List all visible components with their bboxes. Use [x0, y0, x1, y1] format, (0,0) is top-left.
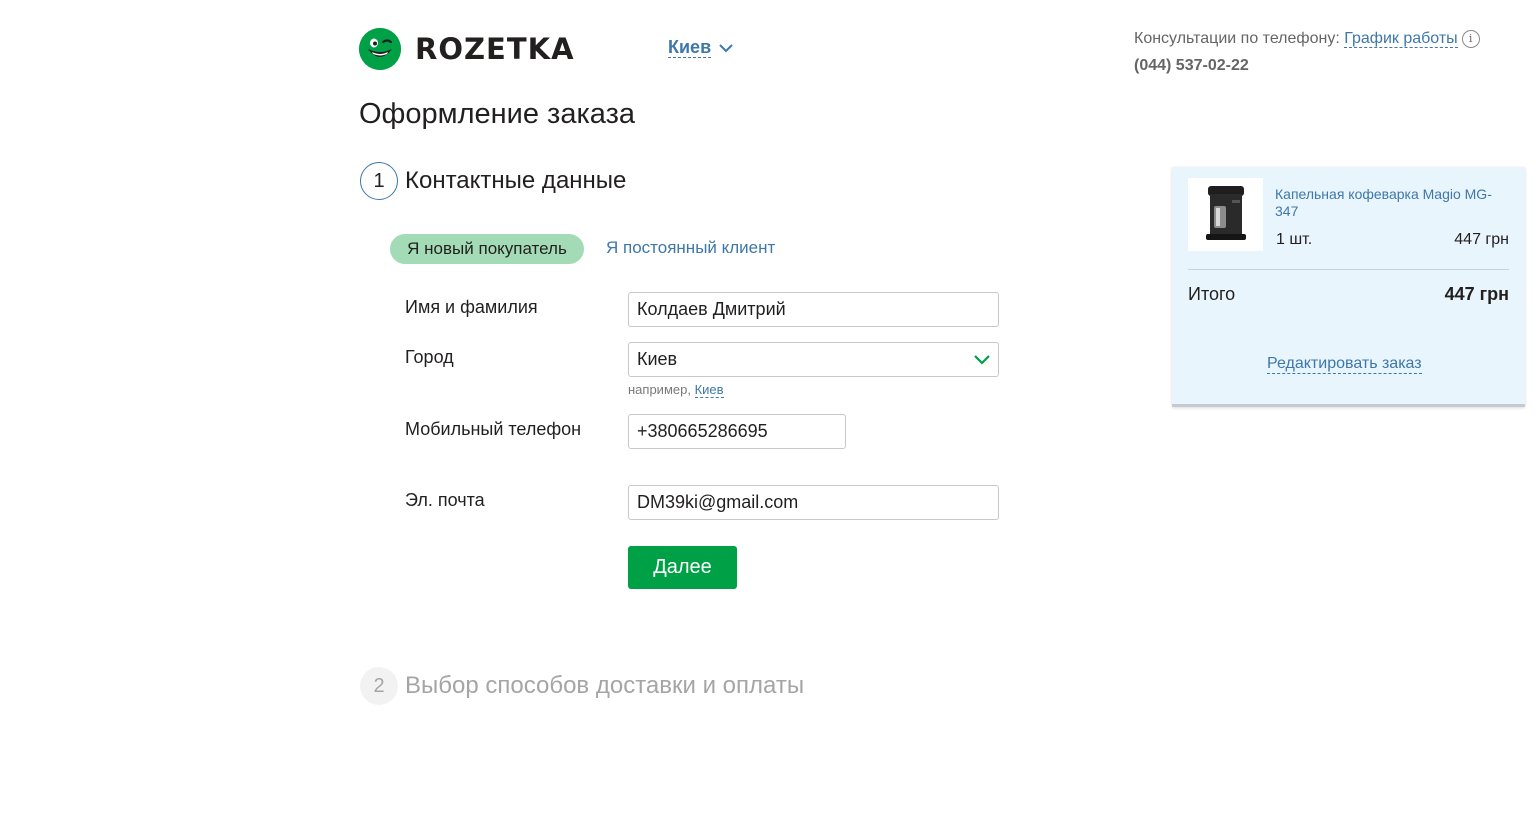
step-title-delivery[interactable]: Выбор способов доставки и оплаты [405, 672, 804, 700]
cart-item-price: 447 грн [1454, 231, 1509, 248]
email-field[interactable] [628, 485, 999, 520]
phone-field[interactable] [628, 414, 846, 449]
city-label: Город [405, 347, 454, 367]
total-value: 447 грн [1444, 284, 1509, 304]
step-title-contact: Контактные данные [405, 167, 627, 194]
order-summary-panel: Капельная кофеварка Magio MG-347 1 шт. 4… [1172, 167, 1525, 407]
cart-item-quantity: 1 шт. [1276, 231, 1313, 248]
name-field[interactable] [628, 292, 999, 327]
email-label: Эл. почта [405, 490, 485, 510]
consultation-label: Консультации по телефону: [1134, 30, 1340, 47]
chevron-down-icon [719, 43, 733, 52]
phone-label: Мобильный телефон [405, 419, 582, 439]
logo-text: ROZETKA [415, 32, 575, 66]
consultation-line: Консультации по телефону: График работы i [1134, 30, 1480, 48]
next-button[interactable]: Далее [628, 546, 737, 589]
total-label: Итого [1188, 284, 1236, 304]
city-selector-label: Киев [668, 37, 712, 58]
name-label: Имя и фамилия [405, 297, 538, 317]
tab-regular-customer[interactable]: Я постоянный клиент [606, 238, 775, 258]
page-title: Оформление заказа [359, 98, 636, 130]
hotline-phone: (044) 537-02-22 [1134, 57, 1249, 74]
chevron-down-icon [974, 354, 990, 365]
rozetka-logo[interactable]: ROZETKA [359, 28, 575, 70]
rozetka-logo-icon [359, 28, 401, 70]
city-select-value: Киев [637, 349, 678, 369]
city-select-field[interactable]: Киев [628, 342, 999, 377]
city-hint-link[interactable]: Киев [694, 382, 724, 398]
city-hint-prefix: например, [628, 382, 691, 397]
city-selector[interactable]: Киев [668, 38, 733, 58]
tab-new-customer[interactable]: Я новый покупатель [390, 234, 584, 264]
info-icon[interactable]: i [1461, 30, 1480, 48]
cart-item-name[interactable]: Капельная кофеварка Magio MG-347 [1275, 186, 1500, 220]
step-number-1: 1 [360, 162, 398, 200]
coffee-maker-image[interactable] [1188, 178, 1263, 251]
city-hint: например, Киев [628, 382, 724, 398]
step-number-2: 2 [360, 667, 398, 705]
schedule-link[interactable]: График работы [1344, 30, 1458, 48]
cart-divider [1188, 269, 1509, 270]
edit-order-link[interactable]: Редактировать заказ [1267, 355, 1422, 374]
